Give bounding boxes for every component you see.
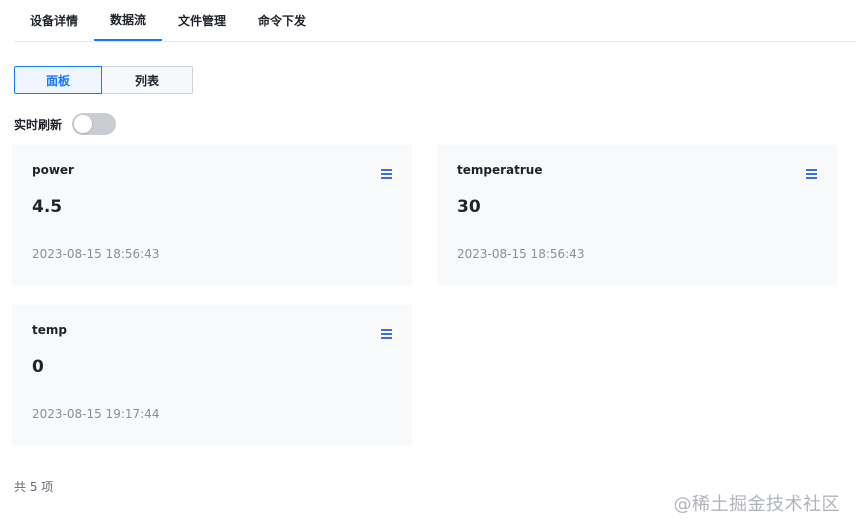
card-value: 30 xyxy=(457,197,481,217)
data-card-temperatrue: temperatrue 30 2023-08-15 18:56:43 xyxy=(437,145,837,285)
tab-data-stream[interactable]: 数据流 xyxy=(94,0,163,41)
card-name: temperatrue xyxy=(457,163,543,177)
device-data-stream-page: 设备详情 数据流 文件管理 命令下发 面板 列表 实时刷新 power 4.5 … xyxy=(0,0,856,528)
card-timestamp: 2023-08-15 18:56:43 xyxy=(32,247,160,261)
tab-command-dispatch[interactable]: 命令下发 xyxy=(242,0,322,41)
total-count: 共 5 项 xyxy=(14,480,54,494)
card-name: power xyxy=(32,163,74,177)
view-switch: 面板 列表 xyxy=(14,66,193,94)
list-view-button[interactable]: 列表 xyxy=(102,66,193,94)
card-value: 4.5 xyxy=(32,197,63,217)
tab-bar: 设备详情 数据流 文件管理 命令下发 xyxy=(14,0,856,42)
card-value: 0 xyxy=(32,357,44,377)
menu-icon[interactable] xyxy=(381,329,392,339)
card-name: temp xyxy=(32,323,67,337)
toggle-knob xyxy=(74,115,93,133)
data-card-power: power 4.5 2023-08-15 18:56:43 xyxy=(12,145,412,285)
panel-view-button[interactable]: 面板 xyxy=(14,66,102,94)
tab-file-management[interactable]: 文件管理 xyxy=(162,0,242,41)
menu-icon[interactable] xyxy=(381,169,392,179)
realtime-refresh-toggle[interactable] xyxy=(72,113,117,135)
watermark: @稀土掘金技术社区 xyxy=(673,494,840,515)
tab-device-details[interactable]: 设备详情 xyxy=(14,0,94,41)
realtime-refresh-label: 实时刷新 xyxy=(14,117,63,132)
realtime-refresh: 实时刷新 xyxy=(14,112,117,136)
menu-icon[interactable] xyxy=(806,169,817,179)
data-card-temp: temp 0 2023-08-15 19:17:44 xyxy=(12,305,412,445)
card-timestamp: 2023-08-15 19:17:44 xyxy=(32,407,160,421)
card-timestamp: 2023-08-15 18:56:43 xyxy=(457,247,585,261)
